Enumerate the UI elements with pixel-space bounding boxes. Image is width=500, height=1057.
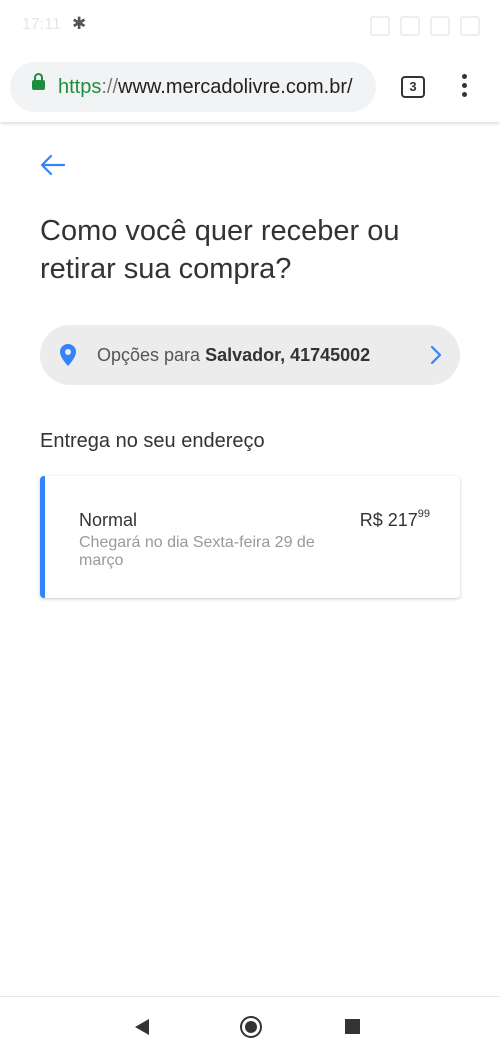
- price-cents: 99: [417, 508, 430, 520]
- url-host: www.mercadolivre.com.br/: [118, 76, 353, 98]
- android-nav-bar: [0, 996, 500, 1057]
- location-label: Opções para Salvador, 41745002: [97, 345, 370, 366]
- status-bar: 17:11 ✱: [0, 0, 500, 54]
- location-prefix: Opções para: [97, 345, 206, 365]
- battery-icon: [460, 16, 480, 36]
- alarm-icon: [370, 16, 390, 36]
- shipping-option-name: Normal: [79, 510, 138, 530]
- selected-accent-bar: [40, 476, 45, 598]
- shipping-option-eta: Chegará no dia Sexta-feira 29 de março: [79, 534, 315, 569]
- status-time: 17:11: [22, 16, 61, 33]
- chevron-right-icon: [430, 345, 442, 370]
- price-main: R$ 217: [359, 510, 418, 530]
- location-pin-icon: [60, 344, 76, 371]
- tab-switcher-button[interactable]: 3: [401, 76, 425, 98]
- overflow-menu-icon[interactable]: [452, 74, 476, 100]
- location-place: Salvador, 41745002: [205, 345, 371, 365]
- status-icons: [370, 16, 480, 36]
- section-title: Entrega no seu endereço: [40, 430, 265, 452]
- nav-back-icon[interactable]: [135, 1019, 149, 1035]
- lock-icon: [32, 73, 45, 90]
- shipping-option-price: R$ 21799: [359, 508, 430, 531]
- back-arrow-icon[interactable]: [38, 150, 68, 180]
- url-scheme: https: [58, 76, 102, 98]
- location-selector[interactable]: Opções para Salvador, 41745002: [40, 325, 460, 385]
- nav-home-icon[interactable]: [240, 1016, 262, 1038]
- page-title: Como você quer receber ou retirar sua co…: [40, 215, 400, 285]
- browser-toolbar: https://www.mercadolivre.com.br/ 3: [0, 54, 500, 122]
- url-separator: ://: [101, 76, 119, 98]
- bluetooth-icon: ✱: [72, 14, 87, 33]
- shipping-option-card[interactable]: Normal Chegará no dia Sexta-feira 29 de …: [40, 476, 460, 598]
- url-text[interactable]: https://www.mercadolivre.com.br/: [58, 76, 368, 99]
- signal-icon: [400, 16, 420, 36]
- nav-recents-icon[interactable]: [345, 1019, 360, 1034]
- address-bar[interactable]: https://www.mercadolivre.com.br/: [10, 62, 376, 112]
- wifi-icon: [430, 16, 450, 36]
